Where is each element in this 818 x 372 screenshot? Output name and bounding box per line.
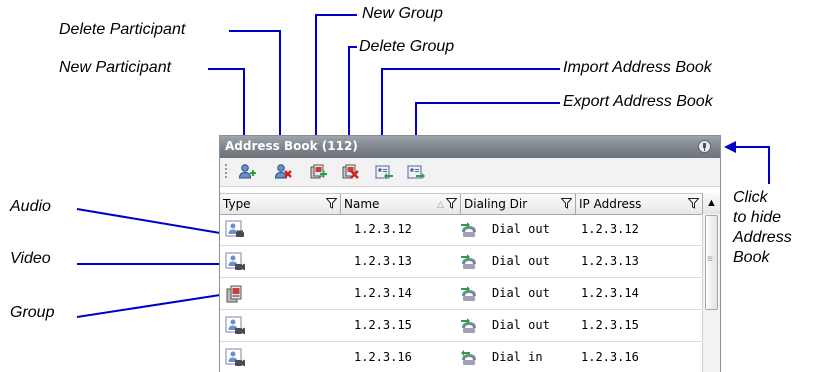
export-address-book-button[interactable] xyxy=(406,163,426,181)
callout-group: Group xyxy=(10,304,55,321)
row-ip-address: 1.2.3.16 xyxy=(581,350,639,364)
import-address-book-button[interactable] xyxy=(374,163,394,181)
column-name-label: Name xyxy=(344,197,380,211)
table-row[interactable]: 1.2.3.15 Dial out 1.2.3.15 xyxy=(220,310,703,342)
video-participant-icon xyxy=(225,252,245,271)
row-name: 1.2.3.14 xyxy=(354,286,412,300)
delete-participant-button[interactable] xyxy=(273,163,293,181)
filter-icon[interactable] xyxy=(561,198,572,209)
callout-new-participant: New Participant xyxy=(59,59,172,76)
row-name: 1.2.3.15 xyxy=(354,318,412,332)
row-ip-address: 1.2.3.13 xyxy=(581,254,639,268)
callout-hide-line-3: Address xyxy=(733,229,792,246)
hide-address-book-pin-icon[interactable] xyxy=(698,140,711,153)
address-book-diagram: Delete Participant New Group Delete Grou… xyxy=(0,0,818,372)
callout-video: Video xyxy=(10,250,51,267)
audio-leader xyxy=(76,208,221,234)
delete-group-icon xyxy=(342,164,359,179)
row-ip-address: 1.2.3.14 xyxy=(581,286,639,300)
callout-click-to-hide: Click to hide Address Book xyxy=(733,188,818,268)
dial-out-icon xyxy=(461,254,476,269)
vertical-scrollbar[interactable] xyxy=(702,214,720,372)
filter-icon[interactable] xyxy=(446,198,457,209)
delete-group-button[interactable] xyxy=(340,163,360,181)
column-ip-address-label: IP Address xyxy=(579,197,642,211)
column-type-label: Type xyxy=(223,197,251,211)
callout-new-group: New Group xyxy=(362,5,443,22)
import-address-book-icon xyxy=(375,165,393,179)
dial-out-icon xyxy=(461,286,476,301)
row-dialing-dir: Dial out xyxy=(492,254,550,268)
callout-delete-group: Delete Group xyxy=(359,38,455,55)
row-name: 1.2.3.16 xyxy=(354,350,412,364)
hide-arrow xyxy=(724,141,736,153)
group-icon xyxy=(226,285,242,303)
row-dialing-dir: Dial out xyxy=(492,318,550,332)
new-participant-button[interactable] xyxy=(237,163,257,181)
panel-title: Address Book (112) xyxy=(225,139,358,153)
export-address-book-icon xyxy=(407,165,425,179)
delete-participant-icon xyxy=(274,164,292,179)
panel-titlebar: Address Book (112) xyxy=(220,136,720,158)
column-header-name[interactable]: Name △ xyxy=(341,194,461,214)
row-name: 1.2.3.13 xyxy=(354,254,412,268)
new-participant-icon xyxy=(238,164,256,179)
column-dialing-dir-label: Dialing Dir xyxy=(464,197,528,211)
video-participant-icon xyxy=(225,348,245,367)
dial-out-icon xyxy=(461,318,476,333)
table-row[interactable]: 1.2.3.13 Dial out 1.2.3.13 xyxy=(220,246,703,278)
address-book-panel: Address Book (112) Type Name △ Dialing D… xyxy=(219,135,721,372)
row-ip-address: 1.2.3.15 xyxy=(581,318,639,332)
filter-icon[interactable] xyxy=(326,198,337,209)
callout-hide-line-2: to hide xyxy=(733,209,782,226)
scroll-up-arrow-icon[interactable]: ▲ xyxy=(702,193,720,214)
table-header: Type Name △ Dialing Dir IP Address xyxy=(220,193,720,215)
table-row[interactable]: 1.2.3.12 Dial out 1.2.3.12 xyxy=(220,214,703,246)
callout-hide-line-4: Book xyxy=(733,249,770,266)
hide-leader xyxy=(733,146,770,184)
sort-ascending-icon: △ xyxy=(437,200,444,210)
video-participant-icon xyxy=(225,316,245,335)
address-book-toolbar xyxy=(220,158,720,187)
callout-import-address-book: Import Address Book xyxy=(563,59,712,76)
callout-hide-line-1: Click xyxy=(733,189,768,206)
row-dialing-dir: Dial out xyxy=(492,286,550,300)
column-header-type[interactable]: Type xyxy=(220,194,341,214)
scrollbar-thumb[interactable] xyxy=(705,215,718,310)
audio-participant-icon xyxy=(225,220,244,237)
table-row[interactable]: 1.2.3.16 Dial in 1.2.3.16 xyxy=(220,342,703,372)
row-dialing-dir: Dial out xyxy=(492,222,550,236)
callout-audio: Audio xyxy=(10,198,51,215)
new-group-button[interactable] xyxy=(308,163,328,181)
filter-icon[interactable] xyxy=(688,198,699,209)
column-header-dialing-dir[interactable]: Dialing Dir xyxy=(461,194,576,214)
group-leader xyxy=(76,294,221,318)
row-name: 1.2.3.12 xyxy=(354,222,412,236)
toolbar-grip-icon xyxy=(225,164,227,180)
callout-export-address-book: Export Address Book xyxy=(563,93,713,110)
new-group-icon xyxy=(310,164,327,179)
row-ip-address: 1.2.3.12 xyxy=(581,222,639,236)
callout-delete-participant: Delete Participant xyxy=(59,21,186,38)
column-header-ip-address[interactable]: IP Address xyxy=(576,194,703,214)
row-dialing-dir: Dial in xyxy=(492,350,543,364)
dial-in-icon xyxy=(461,350,476,365)
dial-out-icon xyxy=(461,222,476,237)
table-row[interactable]: 1.2.3.14 Dial out 1.2.3.14 xyxy=(220,278,703,310)
